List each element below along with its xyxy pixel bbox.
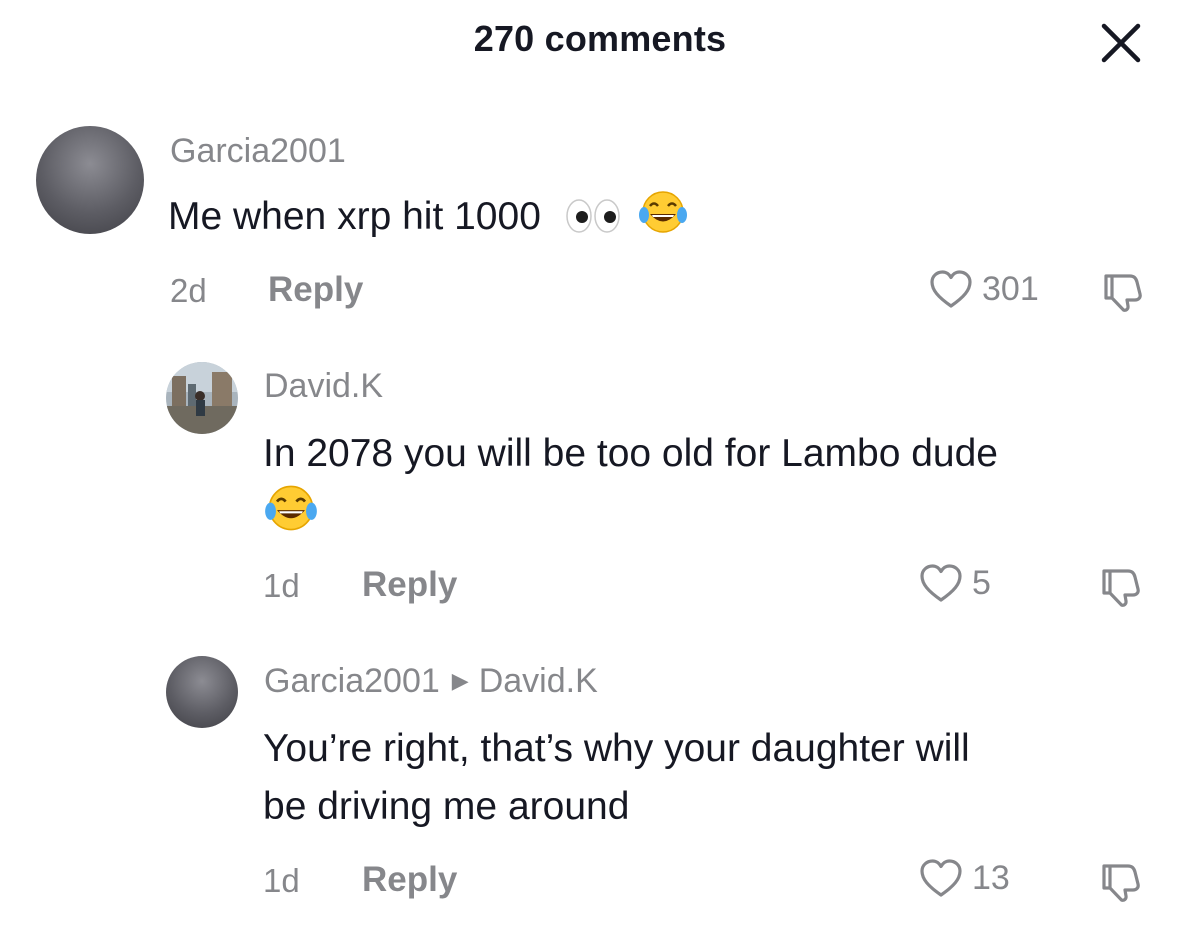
reply-button[interactable]: Reply bbox=[268, 270, 363, 310]
comment-timestamp: 1d bbox=[263, 862, 300, 899]
like-count: 301 bbox=[982, 269, 1039, 308]
laughing-emoji-icon bbox=[637, 189, 689, 235]
like-count: 5 bbox=[972, 563, 991, 602]
comment-text: You’re right, that’s why your daughter w… bbox=[263, 720, 1183, 836]
comment-text: In 2078 you will be too old for Lambo du… bbox=[263, 425, 1183, 544]
eyes-emoji-icon bbox=[564, 197, 622, 235]
thumbs-down-icon[interactable] bbox=[1098, 563, 1144, 609]
like-button[interactable]: 5 bbox=[918, 562, 991, 604]
like-count: 13 bbox=[972, 858, 1010, 897]
comments-sheet: 270 comments Garcia2001 Me when xrp hit … bbox=[0, 0, 1200, 926]
reply-button[interactable]: Reply bbox=[362, 565, 457, 605]
comment-text-line: be driving me around bbox=[263, 785, 630, 828]
laughing-emoji-icon bbox=[263, 483, 319, 533]
reply-to-username[interactable]: David.K bbox=[479, 662, 598, 700]
heart-outline-icon bbox=[918, 857, 964, 899]
comment-timestamp: 1d bbox=[263, 567, 300, 604]
heart-outline-icon bbox=[918, 562, 964, 604]
triangle-right-icon: ▶ bbox=[451, 668, 469, 693]
comment-text-content: Me when xrp hit 1000 bbox=[168, 195, 541, 238]
avatar[interactable] bbox=[36, 126, 144, 234]
comment-username[interactable]: Garcia2001 bbox=[264, 662, 440, 700]
comments-count-title: 270 comments bbox=[473, 18, 727, 59]
comment-username-line: Garcia2001 ▶ David.K bbox=[264, 662, 598, 701]
heart-outline-icon bbox=[928, 268, 974, 310]
reply-button[interactable]: Reply bbox=[362, 860, 457, 900]
comment-text-content: In 2078 you will be too old for Lambo du… bbox=[263, 432, 999, 475]
comment-username[interactable]: David.K bbox=[264, 367, 383, 406]
avatar[interactable] bbox=[166, 656, 238, 728]
like-button[interactable]: 13 bbox=[918, 857, 1010, 899]
thumbs-down-icon[interactable] bbox=[1098, 858, 1144, 904]
comment-text: Me when xrp hit 1000 bbox=[168, 188, 689, 246]
close-icon[interactable] bbox=[1098, 20, 1144, 66]
comment-timestamp: 2d bbox=[170, 272, 207, 309]
like-button[interactable]: 301 bbox=[928, 268, 1039, 310]
thumbs-down-icon[interactable] bbox=[1100, 268, 1146, 314]
comment-text-line: You’re right, that’s why your daughter w… bbox=[263, 727, 970, 770]
comment-username[interactable]: Garcia2001 bbox=[170, 132, 346, 171]
avatar[interactable] bbox=[166, 362, 238, 434]
